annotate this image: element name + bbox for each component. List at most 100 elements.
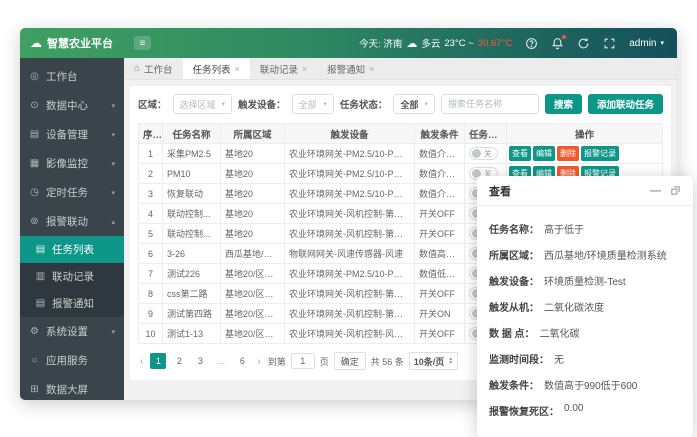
tab-bar: ⌂ 工作台 任务列表 × 联动记录 × 报警通知 × [124,58,677,80]
add-linkage-task-button[interactable]: 添加联动任务 [588,94,663,114]
sidebar: ◎ 工作台 ⊙ 数据中心 ▾ ▤ 设备管理 ▾ ▦ 影像监控 ▾ ◷ 定时任务 [20,58,124,400]
sidebar-item-device-mgmt[interactable]: ▤ 设备管理 ▾ [20,120,124,149]
view-button[interactable]: 查看 [509,146,531,161]
weather-cloud-icon: ☁ [406,37,417,50]
help-icon[interactable] [525,37,538,50]
filter-bar: 区域： 选择区域 ▾ 触发设备： 全部 ▾ 任务状态： 全部 [138,94,663,114]
field-label: 触发从机： [489,299,539,314]
cell-name: 3-26 [163,244,221,264]
col-region: 所属区域 [221,124,285,144]
close-icon[interactable]: × [369,64,374,74]
cell-region: 基地20 [221,184,285,204]
edit-button[interactable]: 编辑 [533,146,555,161]
prev-page-button[interactable]: ‹ [138,356,145,367]
sidebar-item-task-list[interactable]: ▤ 任务列表 [20,236,124,263]
fullscreen-icon[interactable] [603,37,616,50]
cell-device: 物联网网关-风速传感器-风速 [285,244,415,264]
restore-icon[interactable] [670,185,681,196]
field-value: 二氧化碳浓度 [544,299,604,314]
cell-device: 农业环境网关-PM2.5/10-PM2.5 [285,264,415,284]
chevron-down-icon: ▾ [317,100,327,108]
field-trigger-condition: 触发条件： 数值高于990低于600 [489,377,681,392]
device-label: 触发设备： [238,97,286,111]
cell-condition: 数值介于... [415,184,465,204]
trigger-device-select[interactable]: 全部 ▾ [292,94,334,114]
status-toggle[interactable]: 关 [469,147,498,160]
sidebar-item-alarm-linkage[interactable]: ⊚ 报警联动 ▴ [20,207,124,236]
tab-alarm-notify[interactable]: 报警通知 × [317,58,384,79]
home-icon: ⌂ [134,63,140,74]
chevron-down-icon: ▾ [216,100,226,108]
minimize-icon[interactable]: — [650,186,661,196]
refresh-icon[interactable] [577,37,590,50]
sidebar-item-alarm-notify[interactable]: ▤ 报警通知 [20,290,124,317]
cloud-logo-icon: ☁ [30,36,42,50]
sidebar-item-timed-tasks[interactable]: ◷ 定时任务 ▾ [20,178,124,207]
delete-button[interactable]: 删除 [557,146,579,161]
tab-linkage-records[interactable]: 联动记录 × [250,58,317,79]
device-select-value: 全部 [299,98,317,111]
cell-condition: 开关OFF [415,284,465,304]
jump-page-input[interactable] [291,353,315,369]
list-icon: ▤ [35,244,46,255]
cell-device: 农业环境网关-PM2.5/10-PM2.5 [285,144,415,164]
alarm-record-button[interactable]: 报警记录 [581,146,619,161]
tab-label: 联动记录 [260,62,298,76]
task-status-select[interactable]: 全部 ▾ [393,94,435,114]
tab-workbench[interactable]: ⌂ 工作台 [124,58,183,79]
collapse-menu-button[interactable]: ≡ [134,36,151,50]
close-icon[interactable]: × [235,64,240,74]
cell-name: 联动控制... [163,204,221,224]
top-header: ☁ 智慧农业平台 ≡ 今天: 济南 ☁ 多云 23°C ~ 30.67°C [20,28,677,58]
sidebar-item-app-services[interactable]: ○ 应用服务 [20,346,124,375]
username: admin [629,38,656,49]
field-task-name: 任务名称： 高于低于 [489,221,681,236]
notification-bell[interactable] [551,37,564,50]
sidebar-item-system-settings[interactable]: ⚙ 系统设置 ▾ [20,317,124,346]
sidebar-item-data-screen[interactable]: ⊞ 数据大屏 [20,375,124,400]
view-dialog: 查看 — 任务名称： 高于低于 所属区域： 西瓜基地/环境质量检测系统 触发设备… [477,176,693,437]
sidebar-item-workbench[interactable]: ◎ 工作台 [20,62,124,91]
cell-no: 2 [139,164,163,184]
tab-label: 任务列表 [193,62,231,76]
jump-confirm-button[interactable]: 确定 [334,352,366,370]
page-ellipsis: ... [213,353,229,369]
cell-region: 基地20 [221,164,285,184]
sidebar-item-linkage-records[interactable]: ▥ 联动记录 [20,263,124,290]
page-6[interactable]: 6 [234,353,250,369]
close-icon[interactable]: × [302,64,307,74]
sidebar-item-label: 影像监控 [46,156,88,171]
page-2[interactable]: 2 [171,353,187,369]
page-1[interactable]: 1 [150,353,166,369]
dialog-title: 查看 [489,183,511,199]
cell-condition: 数值低于... [415,264,465,284]
record-icon: ▥ [35,271,46,282]
cell-condition: 开关OFF [415,324,465,344]
next-page-button[interactable]: › [255,356,262,367]
weather-today-text: 今天: 济南 [359,36,402,50]
sidebar-item-data-center[interactable]: ⊙ 数据中心 ▾ [20,91,124,120]
page-size-select[interactable]: 10条/页 ▲▼ [409,352,458,370]
jump-prefix: 到第 [268,355,286,368]
chevron-up-icon: ▴ [111,218,115,226]
tab-task-list[interactable]: 任务列表 × [183,58,250,79]
cell-device: 农业环境网关-PM2.5/10-PM2.5 [285,184,415,204]
field-label: 触发条件： [489,377,539,392]
col-device: 触发设备 [285,124,415,144]
field-label: 所属区域： [489,247,539,262]
field-label: 触发设备： [489,273,539,288]
field-label: 监测时间段： [489,351,549,366]
region-select[interactable]: 选择区域 ▾ [173,94,233,114]
search-button[interactable]: 搜索 [545,94,582,114]
spinner-arrows-icon: ▲▼ [448,357,453,365]
cell-no: 8 [139,284,163,304]
cell-condition: 开关OFF [415,224,465,244]
sidebar-item-video-monitor[interactable]: ▦ 影像监控 ▾ [20,149,124,178]
field-label: 报警恢复死区： [489,403,559,418]
toggle-knob [472,149,481,158]
search-input[interactable] [441,94,539,114]
user-menu[interactable]: admin ▾ [629,38,664,49]
field-region: 所属区域： 西瓜基地/环境质量检测系统 [489,247,681,262]
page-3[interactable]: 3 [192,353,208,369]
cell-name: 恢复联动 [163,184,221,204]
